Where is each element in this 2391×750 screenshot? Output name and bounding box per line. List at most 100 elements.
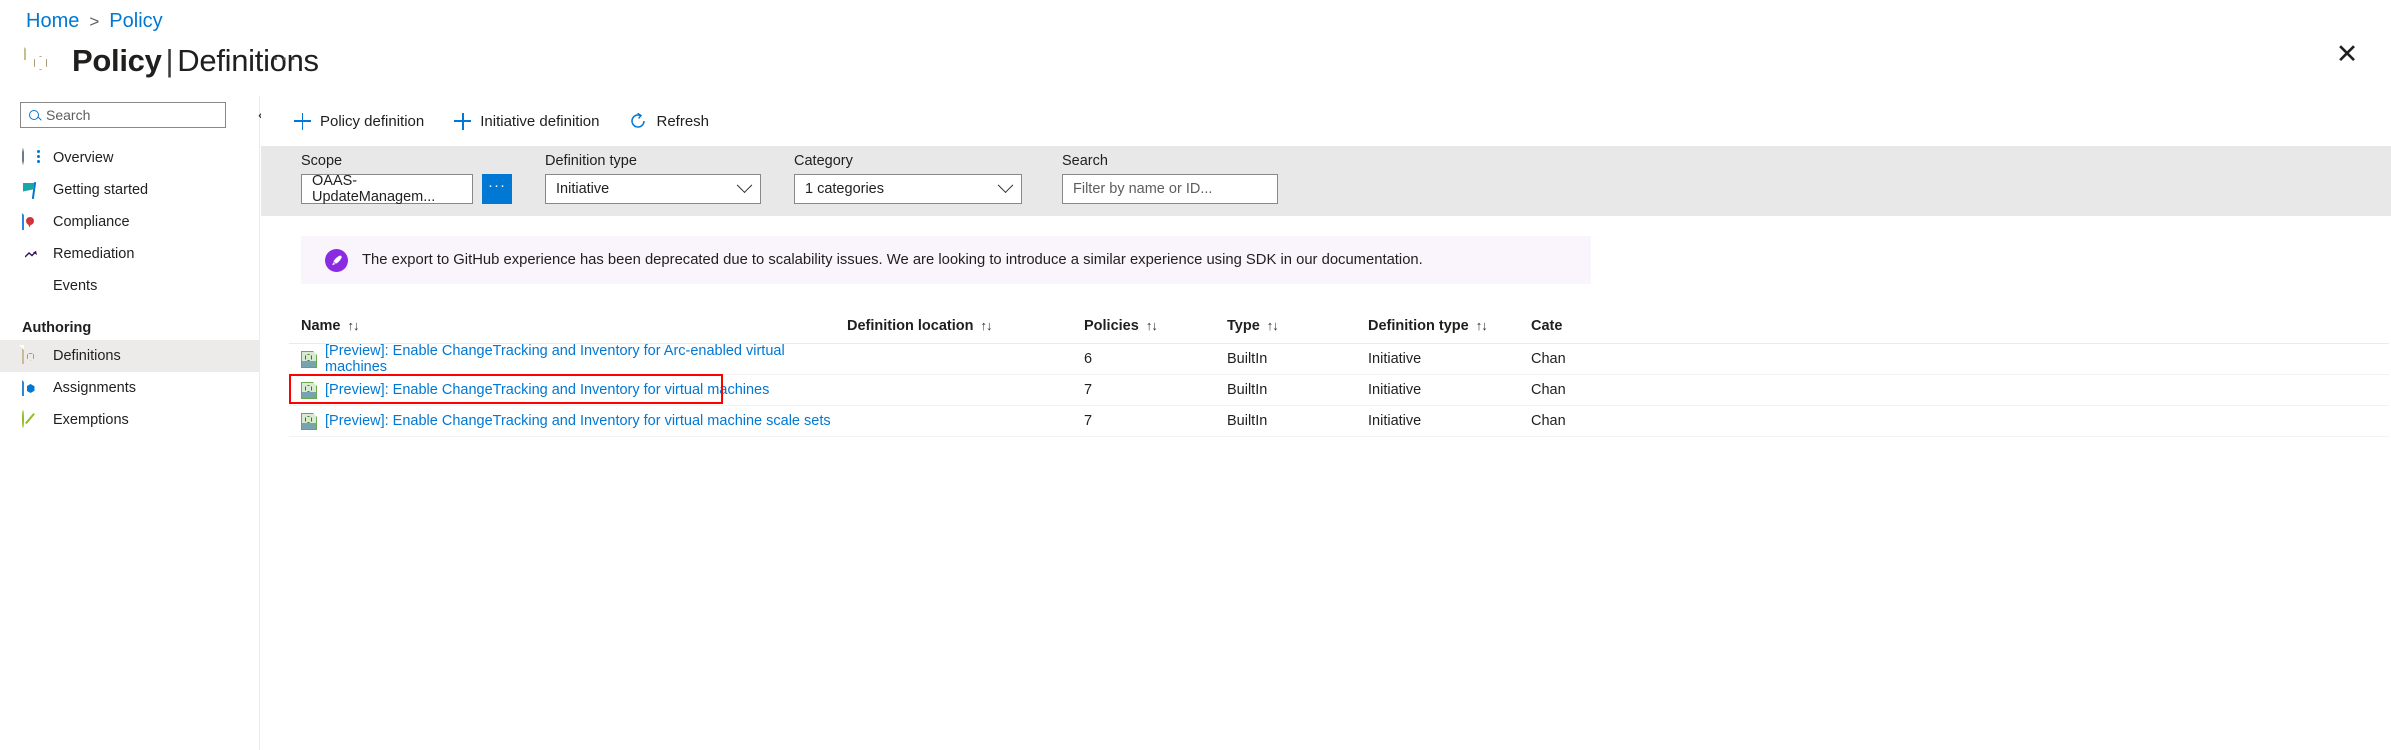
initiative-icon xyxy=(301,350,318,368)
category-select[interactable]: 1 categories xyxy=(794,174,1022,204)
column-header-definition-type[interactable]: Definition type ↑↓ xyxy=(1368,318,1531,334)
sidebar-item-remediation[interactable]: Remediation xyxy=(0,238,259,270)
sidebar-item-events[interactable]: Events xyxy=(0,270,259,302)
row-category: Chan xyxy=(1531,413,1566,429)
sidebar-item-label: Assignments xyxy=(53,380,137,396)
column-label: Cate xyxy=(1531,317,1563,334)
column-header-definition-location[interactable]: Definition location ↑↓ xyxy=(847,318,1084,334)
sidebar: Search « Overview Getting started xyxy=(0,96,267,750)
search-filter-input[interactable]: Filter by name or ID... xyxy=(1062,174,1278,204)
column-label: Definition location xyxy=(847,317,974,334)
column-label: Definition type xyxy=(1368,317,1469,334)
search-input[interactable]: Search xyxy=(20,102,226,128)
definitions-icon xyxy=(22,345,41,366)
column-header-category[interactable]: Cate xyxy=(1531,318,1651,334)
more-options-button[interactable]: ··· xyxy=(272,44,298,71)
row-name-cell: [Preview]: Enable ChangeTracking and Inv… xyxy=(289,381,847,399)
plus-icon xyxy=(294,112,311,130)
definition-link[interactable]: [Preview]: Enable ChangeTracking and Inv… xyxy=(325,413,831,429)
column-header-type[interactable]: Type ↑↓ xyxy=(1227,318,1368,334)
plus-icon xyxy=(454,112,472,130)
table-row[interactable]: [Preview]: Enable ChangeTracking and Inv… xyxy=(289,343,2389,375)
search-filter-placeholder: Filter by name or ID... xyxy=(1073,181,1213,197)
overview-icon xyxy=(22,147,41,168)
sidebar-item-label: Remediation xyxy=(53,246,135,262)
add-policy-definition-button[interactable]: Policy definition xyxy=(294,112,425,130)
row-policies: 6 xyxy=(1084,351,1093,367)
sidebar-search-wrap: Search « xyxy=(20,102,267,128)
search-placeholder: Search xyxy=(46,107,91,123)
refresh-label: Refresh xyxy=(656,112,710,130)
definition-link[interactable]: [Preview]: Enable ChangeTracking and Inv… xyxy=(325,382,769,398)
scope-filter: Scope OAAS-UpdateManagem... ··· xyxy=(301,153,512,205)
scope-browse-button[interactable]: ··· xyxy=(482,174,512,204)
breadcrumb-separator: > xyxy=(89,11,100,31)
row-definition-type: Initiative xyxy=(1368,413,1422,429)
breadcrumb: Home > Policy xyxy=(26,10,163,33)
row-name-cell: [Preview]: Enable ChangeTracking and Inv… xyxy=(289,343,847,375)
definition-link[interactable]: [Preview]: Enable ChangeTracking and Inv… xyxy=(325,343,847,375)
scope-label: Scope xyxy=(301,153,343,169)
add-initiative-definition-label: Initiative definition xyxy=(480,112,600,130)
sidebar-authoring-nav: Definitions Assignments Exemptions xyxy=(0,340,259,436)
flag-icon xyxy=(22,181,41,200)
definition-type-filter: Definition type Initiative xyxy=(545,153,761,204)
sidebar-item-definitions[interactable]: Definitions xyxy=(0,340,259,372)
sidebar-item-getting-started[interactable]: Getting started xyxy=(0,174,259,206)
row-type: BuiltIn xyxy=(1227,413,1268,429)
table-row[interactable]: [Preview]: Enable ChangeTracking and Inv… xyxy=(289,374,2389,406)
sidebar-item-overview[interactable]: Overview xyxy=(0,142,259,174)
column-header-policies[interactable]: Policies ↑↓ xyxy=(1084,318,1227,334)
row-policies: 7 xyxy=(1084,413,1093,429)
column-header-name[interactable]: Name ↑↓ xyxy=(289,318,847,334)
exemptions-icon xyxy=(22,409,41,430)
policy-definition-icon xyxy=(24,41,58,80)
row-category: Chan xyxy=(1531,382,1566,398)
chevron-down-icon xyxy=(736,176,753,193)
sidebar-item-label: Compliance xyxy=(53,214,130,230)
search-icon xyxy=(29,110,39,120)
rocket-icon xyxy=(325,248,348,272)
column-label: Policies xyxy=(1084,317,1139,334)
category-label: Category xyxy=(794,153,853,169)
compliance-icon xyxy=(22,211,41,232)
row-category: Chan xyxy=(1531,351,1566,367)
search-filter-label: Search xyxy=(1062,153,1108,169)
sidebar-item-compliance[interactable]: Compliance xyxy=(0,206,259,238)
sidebar-item-label: Getting started xyxy=(53,182,149,198)
sort-icon: ↑↓ xyxy=(980,318,992,333)
scope-input[interactable]: OAAS-UpdateManagem... xyxy=(301,173,473,205)
row-type: BuiltIn xyxy=(1227,351,1268,367)
sidebar-item-label: Events xyxy=(53,278,98,294)
close-icon[interactable]: ✕ xyxy=(2331,38,2363,70)
table-row[interactable]: [Preview]: Enable ChangeTracking and Inv… xyxy=(289,406,2389,437)
banner-text: The export to GitHub experience has been… xyxy=(362,252,1423,268)
sidebar-nav: Overview Getting started Compliance Reme… xyxy=(0,142,259,302)
refresh-button[interactable]: Refresh xyxy=(629,112,709,130)
category-value: 1 categories xyxy=(805,181,884,197)
add-policy-definition-label: Policy definition xyxy=(320,112,425,130)
sort-icon: ↑↓ xyxy=(347,318,360,333)
breadcrumb-policy[interactable]: Policy xyxy=(109,10,162,33)
add-initiative-definition-button[interactable]: Initiative definition xyxy=(454,112,600,130)
row-definition-type: Initiative xyxy=(1368,351,1422,367)
sidebar-item-label: Overview xyxy=(53,150,114,166)
sort-icon: ↑↓ xyxy=(1266,318,1279,333)
row-name-cell: [Preview]: Enable ChangeTracking and Inv… xyxy=(289,412,847,430)
command-toolbar: Policy definition Initiative definition … xyxy=(261,96,2391,146)
sidebar-item-label: Exemptions xyxy=(53,412,129,428)
breadcrumb-home[interactable]: Home xyxy=(26,10,79,33)
remediation-icon xyxy=(22,245,41,264)
search-filter: Search Filter by name or ID... xyxy=(1062,153,1278,204)
deprecation-banner: The export to GitHub experience has been… xyxy=(301,236,1591,284)
sidebar-item-label: Definitions xyxy=(53,348,121,364)
definition-type-select[interactable]: Initiative xyxy=(545,174,761,204)
sidebar-group-authoring: Authoring xyxy=(22,320,92,336)
page-title-bold: Policy xyxy=(72,43,162,78)
row-type: BuiltIn xyxy=(1227,382,1268,398)
category-filter: Category 1 categories xyxy=(794,153,1022,204)
definitions-table: Name ↑↓ Definition location ↑↓ Policies … xyxy=(289,308,2389,437)
definition-type-value: Initiative xyxy=(556,181,610,197)
sidebar-item-exemptions[interactable]: Exemptions xyxy=(0,404,259,436)
sidebar-item-assignments[interactable]: Assignments xyxy=(0,372,259,404)
